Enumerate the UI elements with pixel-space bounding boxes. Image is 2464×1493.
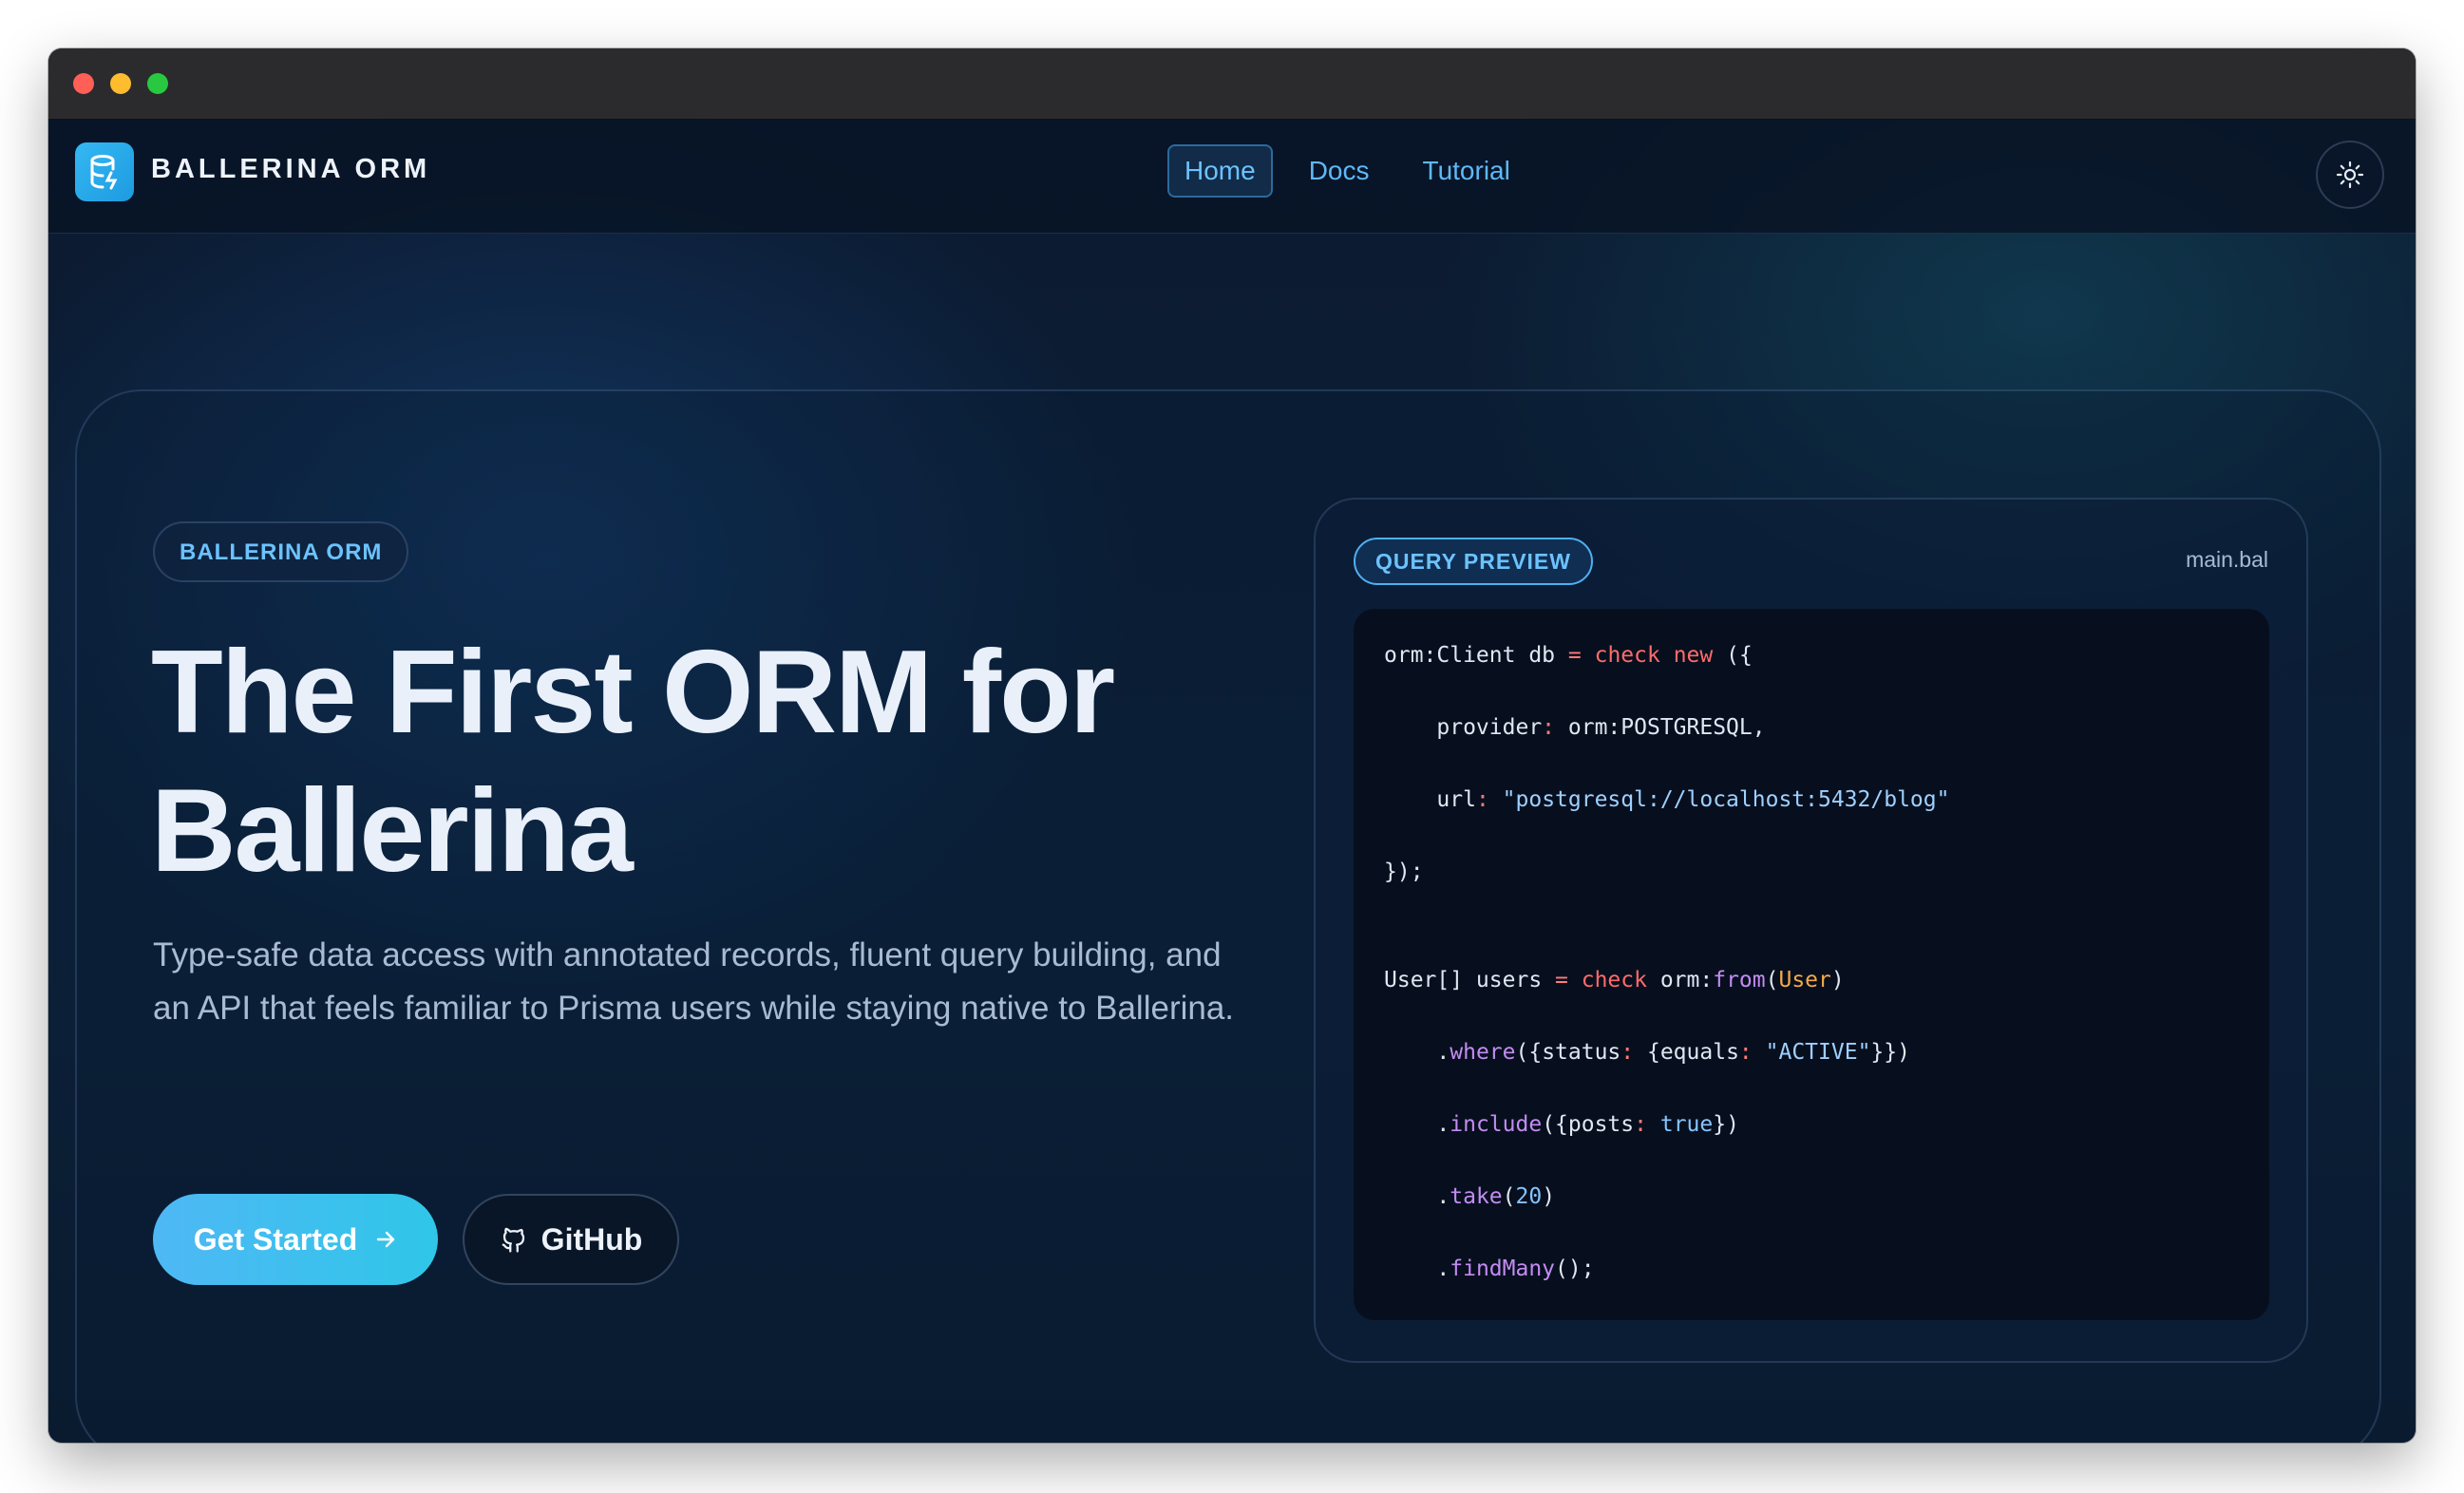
hero-headline: The First ORM for Ballerina bbox=[151, 627, 1115, 897]
theme-toggle-button[interactable] bbox=[2316, 141, 2384, 209]
database-logo-icon[interactable] bbox=[75, 142, 134, 201]
code-line: .take(20) bbox=[1384, 1184, 1556, 1209]
code-line: User[] users = check orm:from(User) bbox=[1384, 968, 1845, 992]
get-started-label: Get Started bbox=[193, 1221, 358, 1257]
top-navbar: BALLERINA ORM Home Docs Tutorial bbox=[48, 120, 2416, 234]
code-line: orm:Client db = check new ({ bbox=[1384, 643, 1753, 668]
code-line: url: "postgresql://localhost:5432/blog" bbox=[1384, 787, 1950, 812]
code-filename: main.bal bbox=[2186, 547, 2268, 572]
nav-link-home[interactable]: Home bbox=[1167, 144, 1273, 198]
maximize-window-button[interactable] bbox=[147, 73, 168, 94]
github-icon bbox=[502, 1227, 524, 1253]
hero-badge: BALLERINA ORM bbox=[153, 521, 409, 582]
code-line: .where({status: {equals: "ACTIVE"}}) bbox=[1384, 1040, 1910, 1065]
brand-name[interactable]: BALLERINA ORM bbox=[151, 154, 430, 185]
github-button[interactable]: GitHub bbox=[463, 1194, 679, 1285]
minimize-window-button[interactable] bbox=[110, 73, 131, 94]
code-line: }); bbox=[1384, 860, 1424, 884]
query-preview-card: QUERY PREVIEW main.bal orm:Client db = c… bbox=[1314, 498, 2308, 1363]
code-line: .include({posts: true}) bbox=[1384, 1112, 1739, 1137]
sun-icon bbox=[2336, 161, 2364, 189]
code-line: provider: orm:POSTGRESQL, bbox=[1384, 715, 1766, 740]
nav-link-tutorial[interactable]: Tutorial bbox=[1406, 144, 1527, 198]
close-window-button[interactable] bbox=[73, 73, 94, 94]
query-preview-badge: QUERY PREVIEW bbox=[1354, 538, 1593, 585]
get-started-button[interactable]: Get Started bbox=[153, 1194, 438, 1285]
nav-links: Home Docs Tutorial bbox=[1167, 144, 1527, 198]
arrow-right-icon bbox=[377, 1231, 395, 1248]
hero-subtext: Type-safe data access with annotated rec… bbox=[153, 936, 1235, 1027]
code-line: .findMany(); bbox=[1384, 1257, 1595, 1281]
window-titlebar bbox=[48, 48, 2416, 120]
browser-window: BALLERINA ORM Home Docs Tutorial BALLERI… bbox=[48, 48, 2416, 1443]
code-block: orm:Client db = check new ({ provider: o… bbox=[1354, 609, 2269, 1320]
github-label: GitHub bbox=[540, 1221, 643, 1257]
nav-link-docs[interactable]: Docs bbox=[1292, 144, 1387, 198]
app-content: BALLERINA ORM Home Docs Tutorial BALLERI… bbox=[48, 120, 2416, 1443]
